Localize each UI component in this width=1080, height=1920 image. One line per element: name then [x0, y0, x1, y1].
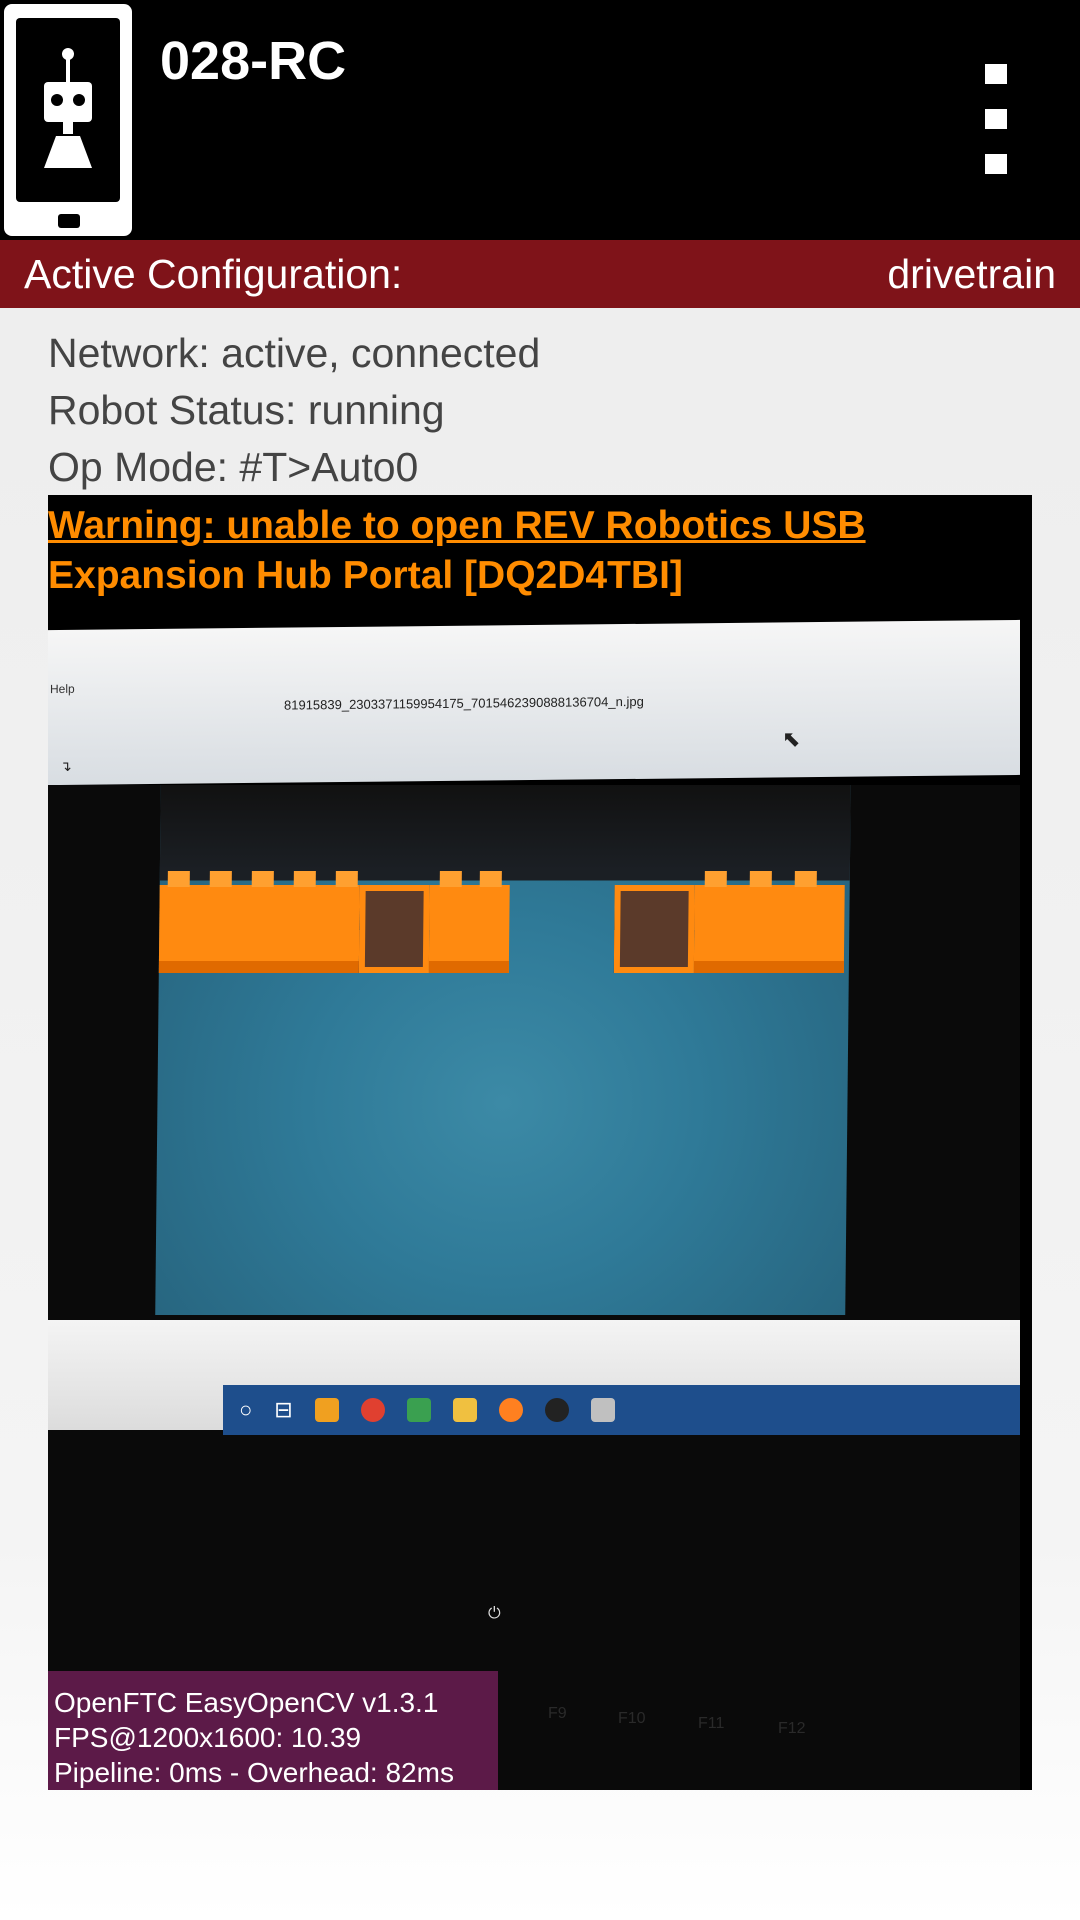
- opmode-status: Op Mode: #T>Auto0: [48, 444, 419, 490]
- warning-line-2: Expansion Hub Portal [DQ2D4TBI]: [48, 554, 683, 597]
- taskbar-search-icon: ○: [239, 1397, 253, 1422]
- easyopencv-version: OpenFTC EasyOpenCV v1.3.1: [54, 1687, 439, 1718]
- taskbar-browser-icon: [360, 1398, 385, 1422]
- overflow-menu-icon[interactable]: [972, 64, 1020, 174]
- camera-taskbar: ○ ⊟: [223, 1385, 1020, 1435]
- taskbar-notes-icon: [406, 1398, 431, 1422]
- warning-message: Warning: unable to open REV Robotics USB…: [48, 501, 928, 601]
- camera-monitor-top: Help 81915839_2303371159954175_701546239…: [48, 619, 1020, 786]
- monitor-menu-text: Help: [50, 681, 75, 697]
- easyopencv-info: OpenFTC EasyOpenCV v1.3.1 FPS@1200x1600:…: [48, 1671, 498, 1790]
- camera-preview: Warning: unable to open REV Robotics USB…: [48, 495, 1032, 1790]
- mouse-cursor-icon: ⬉: [782, 726, 801, 752]
- network-status: Network: active, connected: [48, 330, 541, 376]
- taskbar-folder-icon: [452, 1398, 477, 1422]
- taskbar-paint-icon: [590, 1398, 615, 1422]
- key-f9: F9: [548, 1705, 567, 1722]
- app-bar: 028-RC: [0, 0, 1080, 240]
- warning-line-1: Warning: unable to open REV Robotics USB: [48, 504, 866, 547]
- config-value: drivetrain: [887, 250, 1056, 297]
- key-f10: F10: [618, 1710, 646, 1727]
- app-title: 028-RC: [160, 31, 347, 91]
- robot-status: Robot Status: running: [48, 387, 445, 433]
- taskbar-store-icon: [314, 1398, 339, 1422]
- active-configuration-bar: Active Configuration: drivetrain: [0, 240, 1080, 308]
- robot-phone-icon: [4, 4, 132, 236]
- power-icon: ⏻: [488, 1605, 501, 1622]
- monitor-filename: 81915839_2303371159954175_70154623908881…: [284, 693, 644, 713]
- config-label: Active Configuration:: [24, 250, 403, 297]
- easyopencv-pipeline: Pipeline: 0ms - Overhead: 82ms: [54, 1757, 454, 1788]
- taskbar-app-icon: [498, 1398, 523, 1422]
- key-f12: F12: [778, 1720, 806, 1737]
- taskbar-unity-icon: [544, 1398, 569, 1422]
- arrow-icon: ↴: [60, 757, 72, 774]
- taskbar-view-icon: ⊟: [274, 1397, 293, 1422]
- easyopencv-fps: FPS@1200x1600: 10.39: [54, 1722, 362, 1753]
- key-f11: F11: [698, 1715, 725, 1732]
